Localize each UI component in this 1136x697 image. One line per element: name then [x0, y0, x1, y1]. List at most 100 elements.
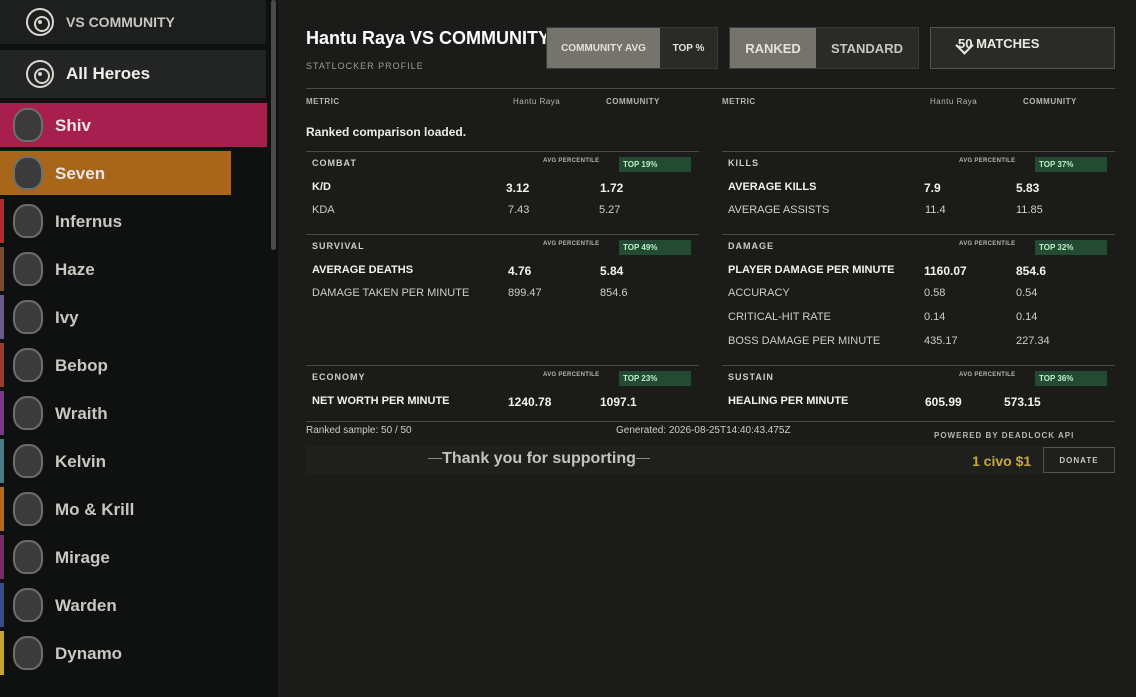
metric-row: BOSS DAMAGE PER MINUTE 435.17 227.34 — [728, 335, 1050, 351]
page-subtitle: STATLOCKER PROFILE — [306, 61, 424, 71]
player-value: 435.17 — [924, 335, 958, 347]
support-message: Thank you for supporting — [306, 450, 772, 468]
metric-label: BOSS DAMAGE PER MINUTE — [728, 335, 881, 347]
community-value: 573.15 — [1004, 395, 1041, 409]
metric-label: CRITICAL-HIT RATE — [728, 311, 831, 323]
hero-item-seven[interactable]: Seven — [0, 151, 231, 195]
community-avg-button[interactable]: COMMUNITY AVG — [547, 28, 660, 68]
community-value: 854.6 — [600, 287, 628, 299]
metric-label: AVERAGE DEATHS — [312, 264, 414, 276]
player-value: 1240.78 — [508, 395, 552, 409]
metric-row: PLAYER DAMAGE PER MINUTE 1160.07 854.6 — [728, 264, 1046, 280]
hero-name: Dynamo — [55, 644, 123, 663]
metric-row: ACCURACY 0.58 0.54 — [728, 287, 1037, 303]
hero-portrait-icon — [4, 295, 52, 339]
player-value: 1160.07 — [924, 264, 967, 278]
metric-label: ACCURACY — [728, 287, 790, 299]
hero-item-haze[interactable]: Haze — [0, 247, 268, 291]
powered-by: POWERED BY DEADLOCK API — [934, 431, 1075, 440]
hero-portrait-icon — [4, 583, 52, 627]
player-value: 3.12 — [506, 181, 530, 195]
standard-button[interactable]: STANDARD — [816, 28, 918, 68]
community-value: 854.6 — [1016, 264, 1047, 278]
player-value: 0.58 — [924, 287, 946, 299]
avg-percentile-label: AVG PERCENTILE — [543, 158, 600, 164]
player-value: 605.99 — [925, 395, 962, 409]
metric-label: PLAYER DAMAGE PER MINUTE — [728, 264, 895, 276]
matches-dropdown[interactable]: 50 MATCHES — [930, 27, 1115, 69]
metric-row: KDA 7.43 5.27 — [312, 204, 620, 220]
hero-item-mirage[interactable]: Mirage — [0, 535, 268, 579]
metric-row: CRITICAL-HIT RATE 0.14 0.14 — [728, 311, 1037, 327]
card-sustain: SUSTAIN AVG PERCENTILE TOP 36% HEALING P… — [722, 365, 1115, 421]
hero-item-infernus[interactable]: Infernus — [0, 199, 268, 243]
sidebar-scrollbar[interactable] — [271, 0, 276, 250]
hero-item-shiv[interactable]: Shiv — [0, 103, 267, 147]
hero-name: Warden — [55, 596, 117, 615]
metric-label: NET WORTH PER MINUTE — [312, 395, 450, 407]
hero-item-wraith[interactable]: Wraith — [0, 391, 268, 435]
player-value: 0.14 — [924, 311, 946, 323]
hero-item-warden[interactable]: Warden — [0, 583, 268, 627]
metric-label: KDA — [312, 204, 335, 216]
percentile-badge: TOP 36% — [1035, 371, 1107, 386]
card-kills: KILLS AVG PERCENTILE TOP 37% AVERAGE KIL… — [722, 151, 1115, 231]
nav-all-heroes[interactable]: All Heroes — [0, 50, 266, 98]
hero-portrait-icon — [4, 247, 52, 291]
hero-portrait-icon — [4, 199, 52, 243]
main-panel: Hantu Raya VS COMMUNITY STATLOCKER PROFI… — [278, 0, 1136, 697]
avg-percentile-label: AVG PERCENTILE — [959, 372, 1016, 378]
col-header-player: Hantu Raya — [513, 97, 561, 106]
community-value: 5.27 — [599, 204, 621, 216]
hero-name: Seven — [55, 164, 106, 183]
hero-name: Infernus — [55, 212, 123, 231]
avg-percentile-label: AVG PERCENTILE — [959, 241, 1016, 247]
divider — [306, 421, 1115, 422]
sample-size: Ranked sample: 50 / 50 — [306, 425, 412, 436]
card-damage: DAMAGE AVG PERCENTILE TOP 32% PLAYER DAM… — [722, 234, 1115, 362]
community-value: 0.54 — [1016, 287, 1038, 299]
support-message-text: Thank you for supporting — [442, 450, 636, 467]
top-percent-button[interactable]: TOP % — [660, 28, 717, 68]
card-title: ECONOMY — [312, 372, 366, 382]
col-header-community: COMMUNITY — [1023, 97, 1077, 106]
nav-vs-community-label: VS COMMUNITY — [66, 14, 175, 30]
card-title: SUSTAIN — [728, 372, 774, 382]
metric-row: HEALING PER MINUTE 605.99 573.15 — [728, 395, 1041, 411]
ranked-button[interactable]: RANKED — [730, 28, 816, 68]
hero-name: Kelvin — [55, 452, 107, 471]
card-title: COMBAT — [312, 158, 357, 168]
col-header-player: Hantu Raya — [930, 97, 978, 106]
hero-portrait-icon — [4, 343, 52, 387]
community-value: 0.14 — [1016, 311, 1038, 323]
nav-vs-community[interactable]: VS COMMUNITY — [0, 0, 266, 44]
metric-label: AVERAGE ASSISTS — [728, 204, 830, 216]
hero-portrait-icon — [4, 151, 52, 195]
avg-percentile-label: AVG PERCENTILE — [959, 158, 1016, 164]
metric-row: K/D 3.12 1.72 — [312, 181, 623, 197]
community-value: 1.72 — [600, 181, 624, 195]
player-value: 11.4 — [925, 204, 946, 216]
metric-row: AVERAGE KILLS 7.9 5.83 — [728, 181, 1039, 197]
hero-name: Haze — [55, 260, 95, 279]
hero-item-ivy[interactable]: Ivy — [0, 295, 268, 339]
player-value: 7.9 — [924, 181, 941, 195]
card-survival: SURVIVAL AVG PERCENTILE TOP 49% AVERAGE … — [306, 234, 699, 362]
percentile-badge: TOP 23% — [619, 371, 691, 386]
hero-item-bebop[interactable]: Bebop — [0, 343, 268, 387]
card-combat: COMBAT AVG PERCENTILE TOP 19% K/D 3.12 1… — [306, 151, 699, 231]
metric-row: DAMAGE TAKEN PER MINUTE 899.47 854.6 — [312, 287, 628, 303]
comparison-mode-toggle: COMMUNITY AVG TOP % — [546, 27, 718, 69]
hero-item-kelvin[interactable]: Kelvin — [0, 439, 268, 483]
metric-label: K/D — [312, 181, 331, 193]
hero-name: Bebop — [55, 356, 108, 375]
generated-timestamp: Generated: 2026-08-25T14:40:43.475Z — [616, 425, 791, 436]
donate-button[interactable]: DONATE — [1043, 447, 1115, 473]
hero-item-dynamo[interactable]: Dynamo — [0, 631, 268, 675]
hero-list: Shiv Seven Infernus Haze Ivy Bebop Wrait… — [0, 103, 268, 679]
player-value: 7.43 — [508, 204, 530, 216]
hero-portrait-icon — [4, 631, 52, 675]
percentile-badge: TOP 49% — [619, 240, 691, 255]
hero-portrait-icon — [4, 535, 52, 579]
hero-item-mo-krill[interactable]: Mo & Krill — [0, 487, 268, 531]
